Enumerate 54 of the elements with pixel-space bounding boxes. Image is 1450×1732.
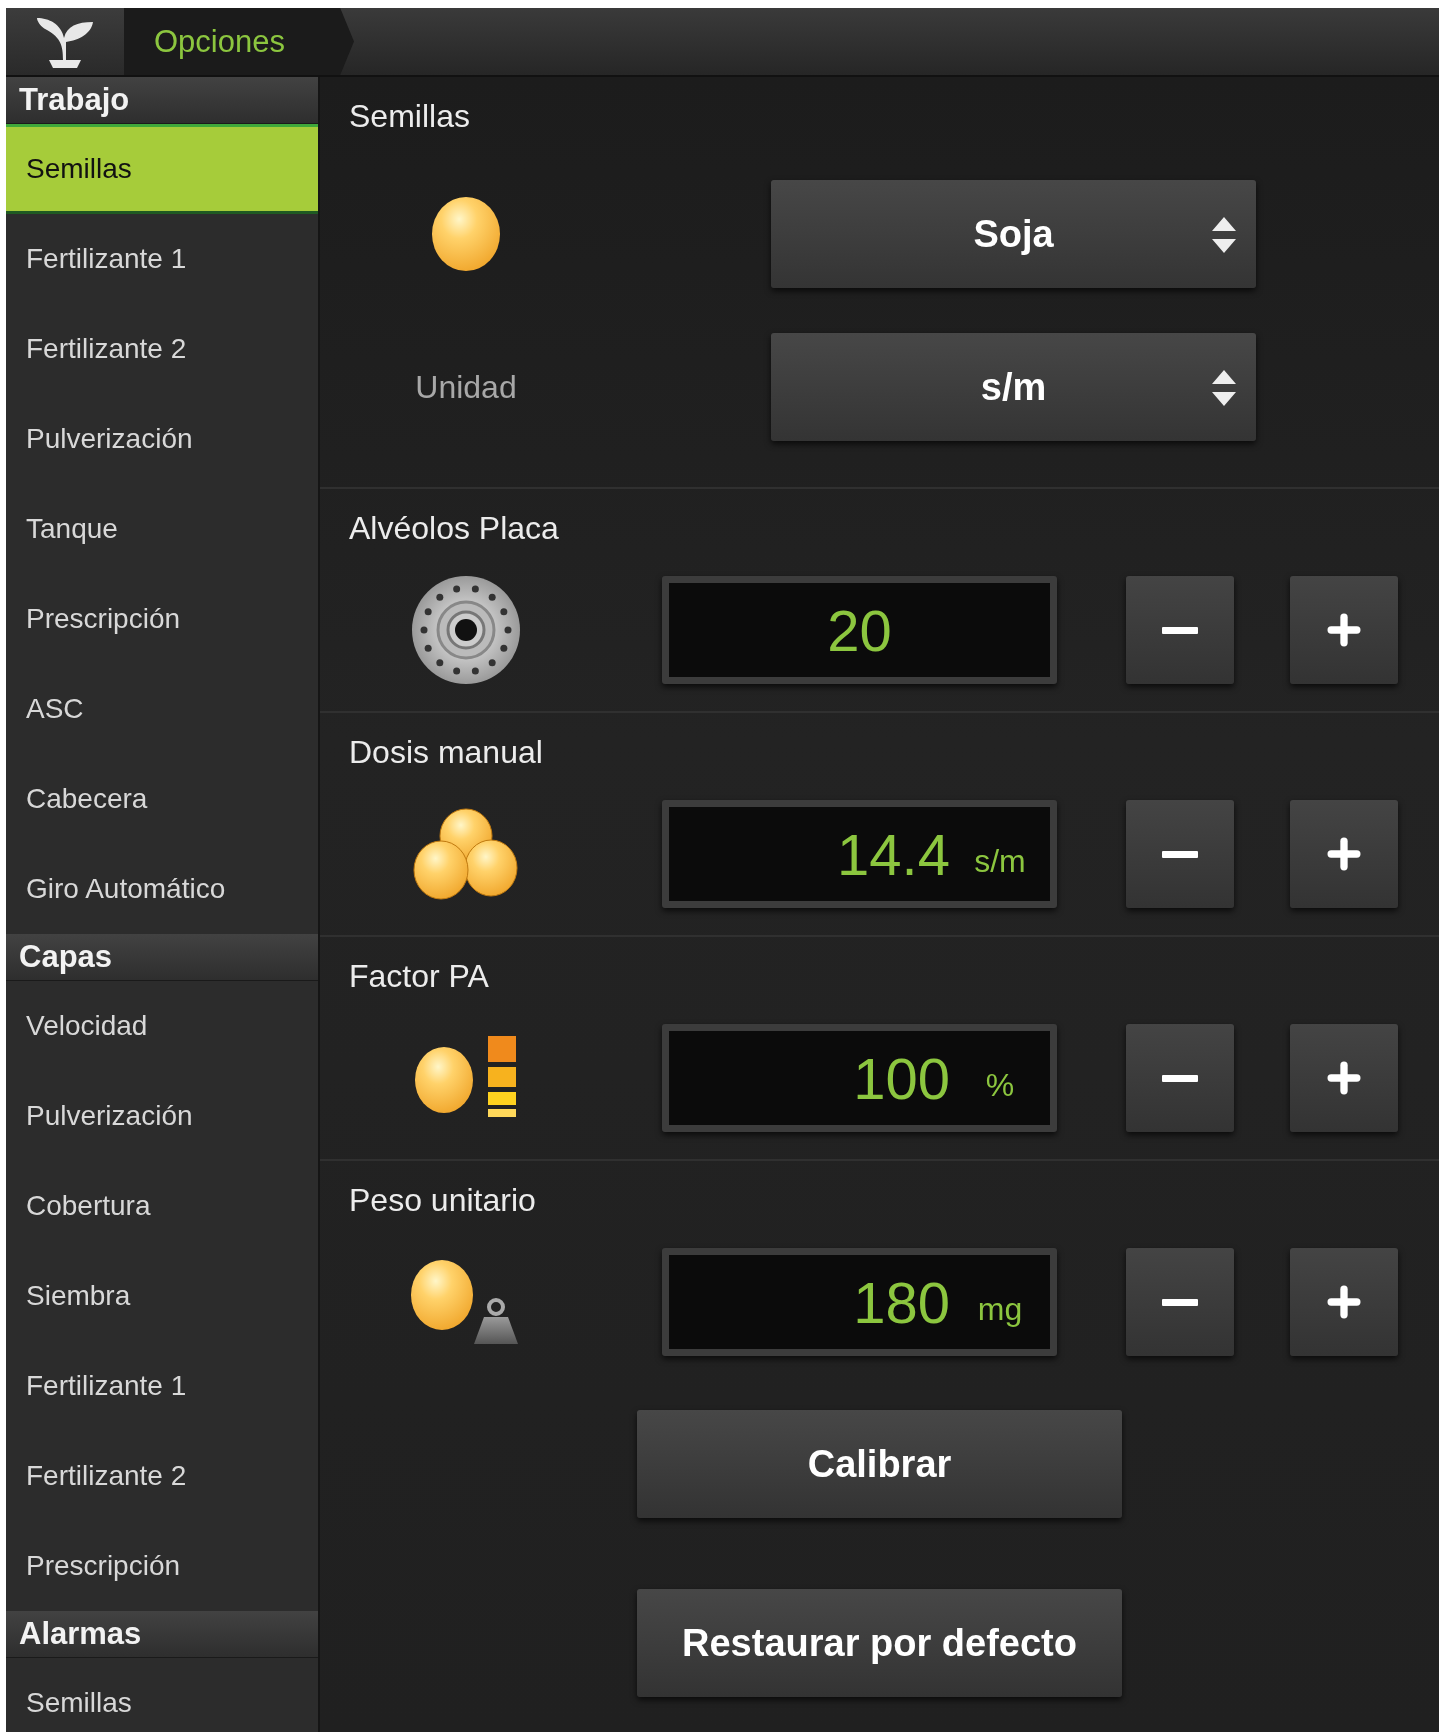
sidebar-item[interactable]: Semillas: [6, 1658, 318, 1732]
section-title: Peso unitario: [349, 1180, 536, 1220]
value-field[interactable]: 20: [662, 576, 1057, 684]
sidebar-item[interactable]: Fertilizante 2: [6, 1431, 318, 1521]
sidebar-item[interactable]: Siembra: [6, 1251, 318, 1341]
field-label: Unidad: [415, 368, 517, 406]
action-button[interactable]: Restaurar por defecto: [637, 1589, 1122, 1697]
minus-icon: [1162, 850, 1198, 858]
dropdown[interactable]: Soja: [771, 180, 1256, 288]
sidebar-item[interactable]: Giro Automático: [6, 844, 318, 934]
decrement-button[interactable]: [1126, 1248, 1234, 1356]
minus-icon: [1162, 1298, 1198, 1306]
section-title: Semillas: [349, 96, 470, 136]
sidebar-item[interactable]: Prescripción: [6, 574, 318, 664]
sidebar-item[interactable]: Cabecera: [6, 754, 318, 844]
section-title: Factor PA: [349, 956, 489, 996]
decrement-button[interactable]: [1126, 1024, 1234, 1132]
sidebar-item[interactable]: Semillas: [6, 124, 318, 214]
sidebar-item[interactable]: Prescripción: [6, 1521, 318, 1611]
value-field[interactable]: 180 mg: [662, 1248, 1057, 1356]
dropdown[interactable]: s/m: [771, 333, 1256, 441]
section-title: Alvéolos Placa: [349, 508, 559, 548]
seed-disc-icon: [411, 575, 521, 685]
up-down-arrows-icon: [1212, 370, 1236, 406]
value-field[interactable]: 100 %: [662, 1024, 1057, 1132]
increment-button[interactable]: [1290, 576, 1398, 684]
value-field[interactable]: 14.4 s/m: [662, 800, 1057, 908]
increment-button[interactable]: [1290, 800, 1398, 908]
decrement-button[interactable]: [1126, 576, 1234, 684]
section-title: Dosis manual: [349, 732, 543, 772]
sidebar-item[interactable]: Tanque: [6, 484, 318, 574]
sidebar-item[interactable]: Fertilizante 1: [6, 1341, 318, 1431]
sprout-logo-icon: [35, 15, 95, 68]
seed-icon: [431, 196, 501, 272]
breadcrumb-tab[interactable]: Opciones: [124, 8, 354, 75]
increment-button[interactable]: [1290, 1248, 1398, 1356]
seeds-icon: [413, 808, 519, 900]
group-header: Capas: [6, 934, 318, 981]
minus-icon: [1162, 1074, 1198, 1082]
sidebar-item[interactable]: Pulverización: [6, 1071, 318, 1161]
decrement-button[interactable]: [1126, 800, 1234, 908]
minus-icon: [1162, 626, 1198, 634]
seed-level-icon: [414, 1036, 518, 1120]
sidebar-item[interactable]: ASC: [6, 664, 318, 754]
up-down-arrows-icon: [1212, 217, 1236, 253]
increment-button[interactable]: [1290, 1024, 1398, 1132]
sidebar-item[interactable]: Fertilizante 2: [6, 304, 318, 394]
sidebar-item[interactable]: Velocidad: [6, 981, 318, 1071]
action-button[interactable]: Calibrar: [637, 1410, 1122, 1518]
sidebar-item[interactable]: Cobertura: [6, 1161, 318, 1251]
sidebar-item[interactable]: Pulverización: [6, 394, 318, 484]
group-header: Trabajo: [6, 77, 318, 124]
group-header: Alarmas: [6, 1611, 318, 1658]
sidebar-item[interactable]: Fertilizante 1: [6, 214, 318, 304]
